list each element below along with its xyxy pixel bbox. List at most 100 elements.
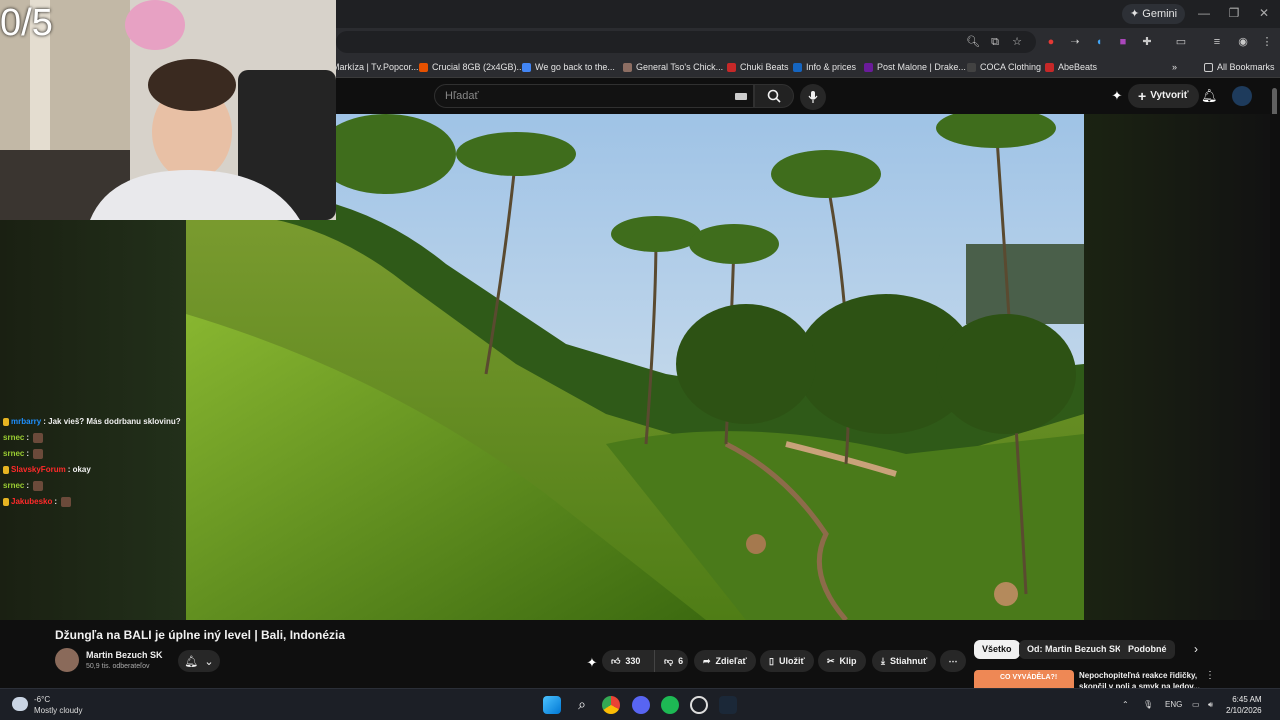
chat-username[interactable]: Jakubesko <box>11 494 52 510</box>
recommendation-title[interactable]: Nepochopiteľná reakce řidičky, skončil v… <box>1079 670 1203 688</box>
recommendation-thumbnail[interactable]: CO VYVÁDĚLA?! <box>974 670 1074 688</box>
extension-icon[interactable]: ■ <box>1116 35 1130 49</box>
chat-text: : <box>26 449 30 458</box>
search-input[interactable] <box>435 85 753 107</box>
save-button[interactable]: ▯ Uložiť <box>760 650 814 672</box>
tray-mic-icon[interactable]: 🎙︎ <box>1143 700 1153 709</box>
like-button[interactable]: 👍︎ 330 <box>602 650 654 672</box>
bookmark-label: COCA Clothing <box>980 62 1042 72</box>
chat-message: srnec: <box>3 446 188 462</box>
system-clock[interactable]: 6:45 AM 2/10/2026 <box>1226 694 1262 716</box>
share-button[interactable]: ➦ Zdieľať <box>694 650 756 672</box>
weather-desc[interactable]: Mostly cloudy <box>34 706 82 715</box>
voice-search-button[interactable] <box>800 84 826 110</box>
all-bookmarks[interactable]: All Bookmarks <box>1204 60 1275 74</box>
search-icon <box>767 89 781 103</box>
chat-username[interactable]: SlavskyForum <box>11 462 66 478</box>
weather-temp[interactable]: -6°C <box>34 695 50 704</box>
chip-all[interactable]: Všetko <box>974 640 1020 659</box>
zoom-icon[interactable]: 🔍︎ <box>966 35 980 49</box>
bookmark[interactable]: Post Malone | Drake... <box>864 60 966 74</box>
bookmarks-overflow-icon[interactable]: » <box>1172 60 1177 74</box>
chat-badge-icon <box>3 418 9 426</box>
install-icon[interactable]: ⧉ <box>988 35 1002 49</box>
download-button[interactable]: ⤓ Stiahnuť <box>872 650 937 672</box>
spotify-icon[interactable] <box>661 696 679 714</box>
bookmark[interactable]: COCA Clothing <box>967 60 1041 74</box>
chrome-icon[interactable] <box>602 696 620 714</box>
search-button[interactable] <box>754 84 794 108</box>
profile-icon[interactable]: ◉ <box>1236 35 1250 49</box>
chat-username[interactable]: srnec <box>3 430 24 446</box>
microphone-icon <box>808 91 818 103</box>
menu-icon[interactable]: ⋮ <box>1260 35 1274 49</box>
chat-emote-icon <box>33 449 44 459</box>
taskbar-search-icon[interactable]: ⌕ <box>573 696 591 714</box>
chat-username[interactable]: srnec <box>3 478 24 494</box>
weather-cloud-icon[interactable] <box>12 697 28 711</box>
extension-icon[interactable]: ◖ <box>1092 35 1106 49</box>
create-label: Vytvoriť <box>1150 90 1189 101</box>
more-actions-button[interactable]: ⋯ <box>940 650 966 672</box>
discord-icon[interactable] <box>632 696 650 714</box>
language-indicator[interactable]: ENG <box>1165 700 1182 709</box>
bookmark-label: AbeBeats <box>1058 62 1098 72</box>
bookmark-label: We go back to the... <box>535 62 615 72</box>
cast-icon[interactable]: ▭ <box>1174 35 1188 49</box>
chat-badge-icon <box>3 498 9 506</box>
app-icon[interactable] <box>690 696 708 714</box>
bookmark[interactable]: Chuki Beats <box>727 60 789 74</box>
start-icon[interactable] <box>543 696 561 714</box>
chat-text: : <box>26 433 30 442</box>
subscription-bell-button[interactable]: 🔔︎ ⌄ <box>178 650 220 672</box>
clip-button[interactable]: ✂ Klip <box>818 650 866 672</box>
notifications-bell-icon[interactable]: 🔔︎ <box>1201 89 1218 103</box>
minimize-icon[interactable]: — <box>1194 6 1214 20</box>
star-icon[interactable]: ☆ <box>1010 35 1024 49</box>
bookmark[interactable]: Info & prices <box>793 60 856 74</box>
bookmark[interactable]: AbeBeats <box>1045 60 1097 74</box>
omnibox[interactable] <box>336 31 1036 53</box>
chip-related[interactable]: Podobné <box>1120 640 1175 659</box>
bookmark[interactable]: Crucial 8GB (2x4GB)... <box>419 60 524 74</box>
search-box <box>434 84 754 108</box>
sparkle-icon[interactable]: ✦ <box>585 656 599 670</box>
chat-text: : Jak vieš? Más dodrbanu sklovinu? <box>43 417 181 426</box>
chevron-right-icon[interactable]: › <box>1194 642 1198 656</box>
download-icon: ⤓ <box>881 656 885 666</box>
restore-icon[interactable]: ❐ <box>1224 6 1244 20</box>
bell-icon: 🔔︎ <box>184 655 199 668</box>
bookmark[interactable]: Markíza | Tv.Popcor... <box>332 60 419 74</box>
network-icon[interactable]: ▭ <box>1192 700 1200 709</box>
dislike-button[interactable]: 👎︎ 6 <box>654 650 688 672</box>
bookmark-favicon-icon <box>727 62 736 72</box>
channel-avatar[interactable] <box>55 648 79 672</box>
chat-message: srnec: <box>3 478 188 494</box>
bookmark[interactable]: We go back to the... <box>522 60 615 74</box>
more-icon: ⋯ <box>948 656 958 666</box>
chat-username[interactable]: srnec <box>3 446 24 462</box>
chat-text: : okay <box>67 465 91 474</box>
ambient-right <box>1084 114 1270 620</box>
volume-icon[interactable]: 🔊︎ <box>1208 700 1213 710</box>
media-icon[interactable]: ≡ <box>1210 35 1224 49</box>
extension-icon[interactable]: ➝ <box>1068 35 1082 49</box>
channel-name[interactable]: Martin Bezuch SK <box>86 650 163 660</box>
chip-from-channel[interactable]: Od: Martin Bezuch SK <box>1019 640 1130 659</box>
close-icon[interactable]: ✕ <box>1254 6 1274 20</box>
bookmark[interactable]: General Tso's Chick... <box>623 60 723 74</box>
recommendation-menu-icon[interactable]: ⋮ <box>1205 670 1215 681</box>
scissors-icon: ✂ <box>827 656 835 666</box>
chat-username[interactable]: mrbarry <box>11 414 41 430</box>
extensions-puzzle-icon[interactable]: ✚ <box>1140 35 1154 49</box>
sparkle-icon[interactable]: ✦ <box>1110 89 1124 103</box>
create-button[interactable]: + Vytvoriť <box>1128 84 1199 108</box>
steam-icon[interactable] <box>719 696 737 714</box>
keyboard-icon[interactable] <box>735 93 747 100</box>
chat-emote-icon <box>61 497 72 507</box>
chat-emote-icon <box>33 481 44 491</box>
extension-icon[interactable]: ● <box>1044 35 1058 49</box>
tray-chevron-up-icon[interactable]: ⌃ <box>1122 700 1129 709</box>
gemini-button[interactable]: ✦ Gemini <box>1122 4 1186 24</box>
account-avatar[interactable] <box>1232 86 1252 106</box>
